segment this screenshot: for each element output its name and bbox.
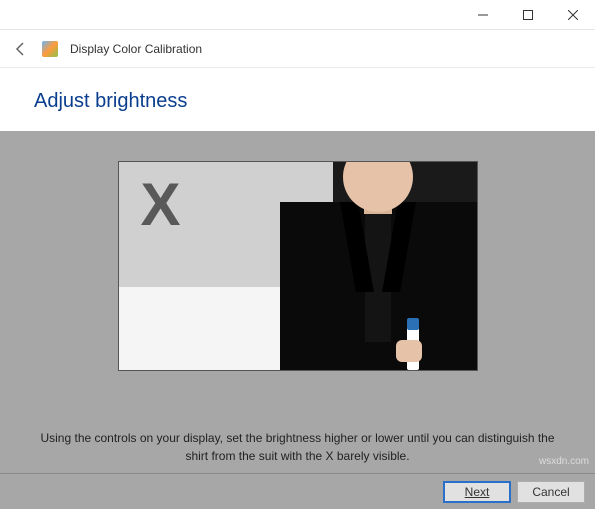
close-icon xyxy=(568,10,578,20)
instruction-text: Using the controls on your display, set … xyxy=(0,429,595,465)
pen-cap xyxy=(407,318,419,330)
titlebar xyxy=(0,0,595,30)
minimize-icon xyxy=(478,10,488,20)
cancel-button[interactable]: Cancel xyxy=(517,481,585,503)
content-area: X Using the controls on your display, se… xyxy=(0,131,595,509)
next-button-label: Next xyxy=(465,485,490,499)
minimize-button[interactable] xyxy=(460,0,505,30)
app-icon xyxy=(42,41,58,57)
calibration-image: X xyxy=(118,161,478,371)
watermark: wsxdn.com xyxy=(539,456,589,467)
app-title: Display Color Calibration xyxy=(70,42,202,56)
person-figure xyxy=(280,162,477,370)
page-heading: Adjust brightness xyxy=(0,68,595,131)
header-bar: Display Color Calibration xyxy=(0,30,595,68)
cancel-button-label: Cancel xyxy=(532,485,569,499)
maximize-icon xyxy=(523,10,533,20)
arrow-left-icon xyxy=(13,41,29,57)
hand xyxy=(396,340,422,362)
maximize-button[interactable] xyxy=(505,0,550,30)
x-letter: X xyxy=(141,170,181,239)
back-button[interactable] xyxy=(12,40,30,58)
close-button[interactable] xyxy=(550,0,595,30)
wizard-footer: Next Cancel xyxy=(0,473,595,509)
calibration-image-wrap: X xyxy=(0,131,595,371)
next-button[interactable]: Next xyxy=(443,481,511,503)
